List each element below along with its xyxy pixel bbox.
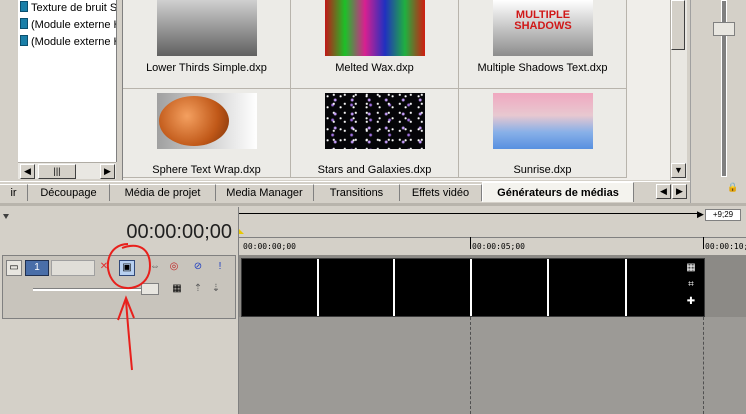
- end-marker-label: +9;29: [705, 209, 741, 221]
- tab-transitions[interactable]: Transitions: [314, 184, 400, 201]
- media-item-label: Multiple Shadows Text.dxp: [477, 62, 608, 74]
- thumbnail: [325, 0, 425, 56]
- plugin-icon: [20, 35, 28, 46]
- thumbnail: MULTIPLE SHADOWS: [493, 0, 593, 56]
- media-item-label: Sunrise.dxp: [513, 164, 572, 176]
- media-item-sphere-text[interactable]: Sphere Text Wrap.dxp: [123, 89, 291, 178]
- tab-generateurs-de-medias[interactable]: Générateurs de médias: [482, 182, 634, 202]
- clip-media-icon[interactable]: ▦: [684, 261, 698, 275]
- scroll-down-button[interactable]: ▼: [671, 163, 686, 178]
- tab-media-manager[interactable]: Media Manager: [216, 184, 314, 201]
- thumbnail: [325, 93, 425, 149]
- media-item-label: Stars and Galaxies.dxp: [317, 164, 432, 176]
- window-tabbar: ir Découpage Média de projet Media Manag…: [0, 181, 690, 203]
- media-item-label: Sphere Text Wrap.dxp: [152, 164, 261, 176]
- tree-item[interactable]: (Module externe H: [20, 34, 116, 50]
- ruler-label: 00:00:05;00: [472, 242, 525, 251]
- plugin-icon: [20, 1, 28, 12]
- track-motion-icon[interactable]: ▦: [170, 282, 184, 296]
- tab-scroll-right-button[interactable]: ▶: [672, 184, 687, 199]
- tree-item[interactable]: Texture de bruit S: [20, 0, 116, 16]
- record-icon[interactable]: ◎: [167, 260, 181, 274]
- media-clip[interactable]: ▦ ⌗ ✚: [241, 258, 705, 317]
- media-item-multiple-shadows[interactable]: MULTIPLE SHADOWS Multiple Shadows Text.d…: [459, 0, 627, 89]
- thumbnail: [157, 93, 257, 149]
- lock-icon: 🔒: [727, 182, 739, 192]
- slider-handle[interactable]: [713, 22, 735, 36]
- tab-effets-video[interactable]: Effets vidéo: [400, 184, 482, 201]
- thumbnail: [157, 0, 257, 56]
- tab-scroll-left-button[interactable]: ◀: [656, 184, 671, 199]
- thumbnail: [493, 93, 593, 149]
- ruler-label: 00:00:10;0: [705, 242, 746, 251]
- collapse-arrow-icon[interactable]: [3, 214, 9, 219]
- right-slider-panel: 🔒: [690, 0, 746, 205]
- tree-item[interactable]: (Module externe H: [20, 17, 116, 33]
- folder-tree[interactable]: Texture de bruit S (Module externe H (Mo…: [18, 0, 117, 162]
- tab-media-de-projet[interactable]: Média de projet: [110, 184, 216, 201]
- track-number: 1: [25, 260, 49, 276]
- plugin-icon: [20, 18, 28, 29]
- scroll-left-button[interactable]: ◀: [20, 164, 35, 179]
- generator-icon[interactable]: ✚: [684, 295, 698, 309]
- tab-partial[interactable]: ir: [0, 184, 28, 201]
- scroll-thumb[interactable]: [671, 0, 685, 50]
- loop-region-bar: [239, 213, 701, 214]
- track-menu-icon[interactable]: ▭: [6, 260, 22, 276]
- scroll-thumb[interactable]: |||: [38, 164, 76, 179]
- tab-decoupage[interactable]: Découpage: [28, 184, 110, 201]
- ruler-label: 00:00:00;00: [243, 242, 296, 251]
- scroll-right-button[interactable]: ▶: [100, 164, 115, 179]
- annotation-circle: [106, 243, 152, 290]
- track-name-field[interactable]: [51, 260, 95, 276]
- region-end-arrow-icon: ▶: [697, 209, 704, 219]
- mute-icon[interactable]: ⊘: [191, 260, 205, 274]
- parent-icon[interactable]: ⇡: [191, 282, 205, 296]
- media-generators-grid: Lower Thirds Simple.dxp Melted Wax.dxp M…: [122, 0, 671, 180]
- timeline-ruler[interactable]: ▶ +9;29 00:00:00;00 00:00:05;00 00:00:10…: [239, 207, 746, 255]
- media-item-label: Melted Wax.dxp: [335, 62, 414, 74]
- media-item-sunrise[interactable]: Sunrise.dxp: [459, 89, 627, 178]
- media-item-stars-galaxies[interactable]: Stars and Galaxies.dxp: [291, 89, 459, 178]
- media-item-lower-thirds[interactable]: Lower Thirds Simple.dxp: [123, 0, 291, 89]
- playhead-marker-icon[interactable]: [239, 229, 244, 234]
- child-icon[interactable]: ⇣: [209, 282, 223, 296]
- media-item-label: Lower Thirds Simple.dxp: [146, 62, 267, 74]
- crop-icon[interactable]: ⌗: [684, 278, 698, 292]
- media-item-melted-wax[interactable]: Melted Wax.dxp: [291, 0, 459, 89]
- tree-horizontal-scrollbar[interactable]: ◀ ||| ▶: [18, 162, 116, 179]
- red-annotation: [106, 243, 152, 371]
- splitter[interactable]: [0, 203, 746, 206]
- solo-icon[interactable]: !: [213, 260, 227, 274]
